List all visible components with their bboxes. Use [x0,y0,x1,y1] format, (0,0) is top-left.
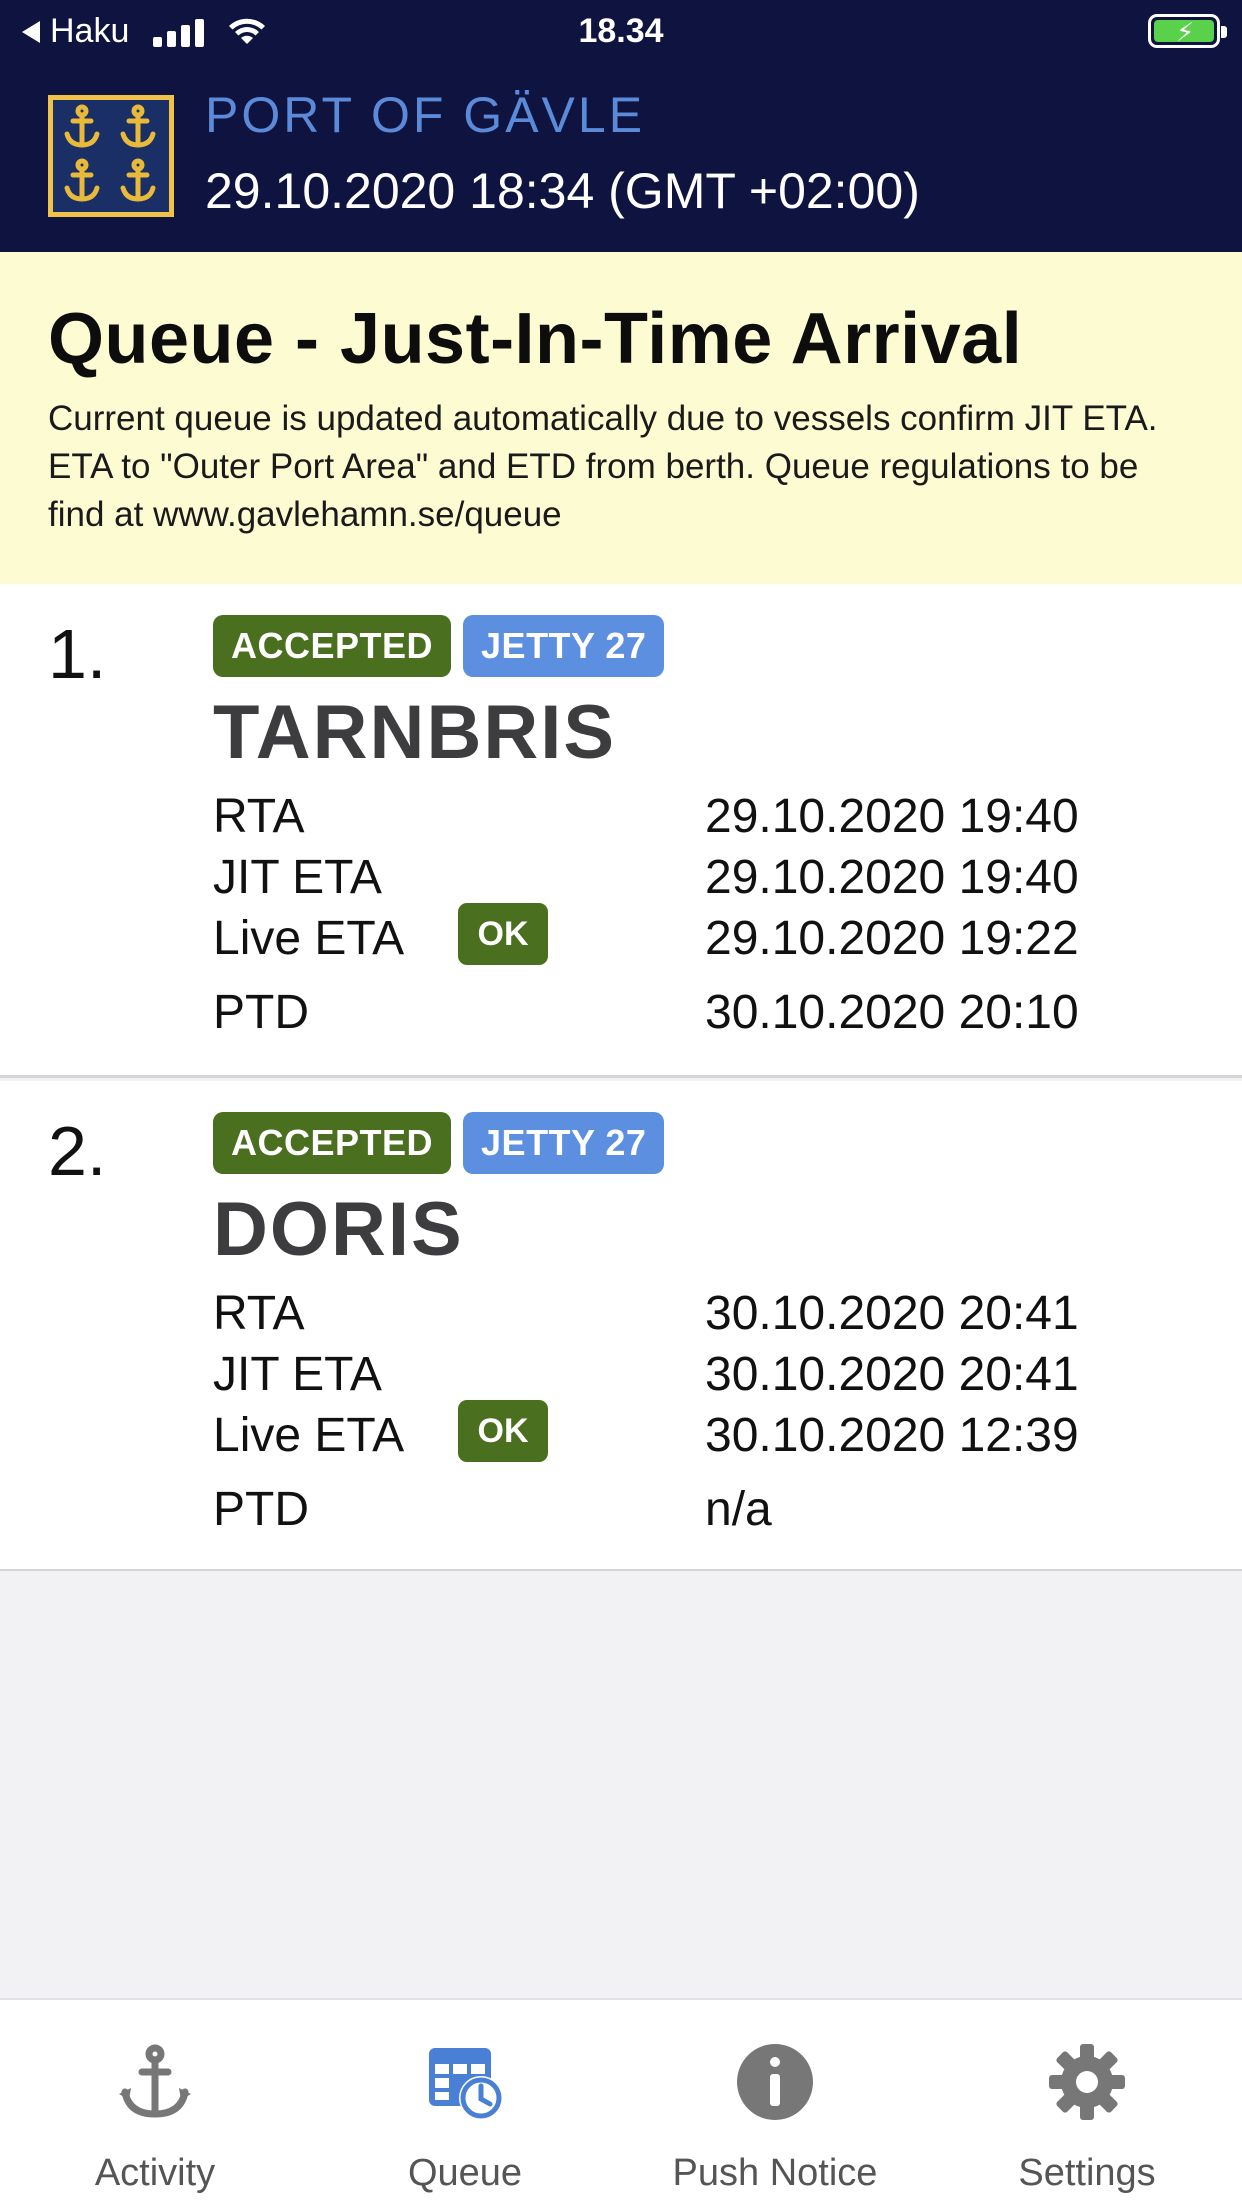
queue-calendar-clock-icon [429,2048,503,2120]
bottom-tab-bar: Activity Queue Push Notice Settings [0,1998,1242,2208]
row-label: JIT ETA [213,1348,382,1401]
row-label: Live ETA [213,1409,405,1462]
port-name: PORT OF GÄVLE [205,87,646,143]
jit-eta-row: JIT ETA 30.10.2020 20:41 [213,1347,1133,1407]
tab-activity[interactable]: Activity [0,2000,310,2208]
battery-charging-icon: ⚡ [1148,14,1227,48]
status-badge: ACCEPTED [213,615,452,677]
row-label: PTD [213,1483,309,1536]
ptd-row: PTD 30.10.2020 20:10 [213,985,1133,1045]
tab-push-notice[interactable]: Push Notice [620,2000,930,2208]
page-title: Queue - Just-In-Time Arrival [48,299,1023,379]
queue-item[interactable]: 2. ACCEPTED JETTY 27 DORIS RTA 30.10.202… [0,1081,1242,1571]
vessel-name: TARNBRIS [213,690,617,775]
status-bar: Haku 18.34 ⚡ [0,0,1242,62]
queue-position: 1. [48,615,107,693]
row-value: 30.10.2020 20:41 [705,1348,1079,1401]
tab-label: Settings [1018,2152,1156,2194]
jit-eta-row: JIT ETA 29.10.2020 19:40 [213,850,1133,910]
row-label: JIT ETA [213,851,382,904]
tab-queue[interactable]: Queue [310,2000,620,2208]
queue-position: 2. [48,1112,107,1190]
row-value: 29.10.2020 19:22 [705,912,1079,965]
badge-group: ACCEPTED JETTY 27 [213,615,665,677]
current-datetime: 29.10.2020 18:34 (GMT +02:00) [205,163,920,219]
row-value: 30.10.2020 12:39 [705,1409,1079,1462]
row-label: RTA [213,790,305,843]
gear-icon [1049,2044,1125,2120]
row-value: 29.10.2020 19:40 [705,790,1079,843]
row-label: RTA [213,1287,305,1340]
rta-row: RTA 29.10.2020 19:40 [213,789,1133,849]
info-icon [737,2044,813,2120]
app-header: Haku 18.34 ⚡ PORT OF GÄVLE 29.10.2020 18… [0,0,1242,252]
row-value: 29.10.2020 19:40 [705,851,1079,904]
rta-row: RTA 30.10.2020 20:41 [213,1286,1133,1346]
row-label: PTD [213,986,309,1039]
tab-settings[interactable]: Settings [932,2000,1242,2208]
status-badge: ACCEPTED [213,1112,452,1174]
vessel-name: DORIS [213,1187,464,1272]
ptd-row: PTD n/a [213,1482,1133,1542]
row-value: 30.10.2020 20:10 [705,986,1079,1039]
live-eta-row: Live ETA OK 30.10.2020 12:39 [213,1400,1133,1468]
port-logo [48,95,174,217]
row-value: n/a [705,1483,772,1536]
status-time: 18.34 [578,12,664,50]
queue-item[interactable]: 1. ACCEPTED JETTY 27 TARNBRIS RTA 29.10.… [0,584,1242,1078]
queue-info-panel: Queue - Just-In-Time Arrival Current que… [0,252,1242,584]
queue-description: Current queue is updated automatically d… [48,399,1158,534]
tab-label: Queue [407,2152,523,2194]
live-eta-row: Live ETA OK 29.10.2020 19:22 [213,903,1133,971]
ok-badge: OK [458,1400,548,1462]
anchor-icon [119,2044,191,2118]
badge-group: ACCEPTED JETTY 27 [213,1112,665,1174]
row-value: 30.10.2020 20:41 [705,1287,1079,1340]
berth-badge: JETTY 27 [463,615,665,677]
tab-label: Activity [94,2152,216,2194]
ok-badge: OK [458,903,548,965]
berth-badge: JETTY 27 [463,1112,665,1174]
tab-label: Push Notice [672,2152,878,2194]
row-label: Live ETA [213,912,405,965]
